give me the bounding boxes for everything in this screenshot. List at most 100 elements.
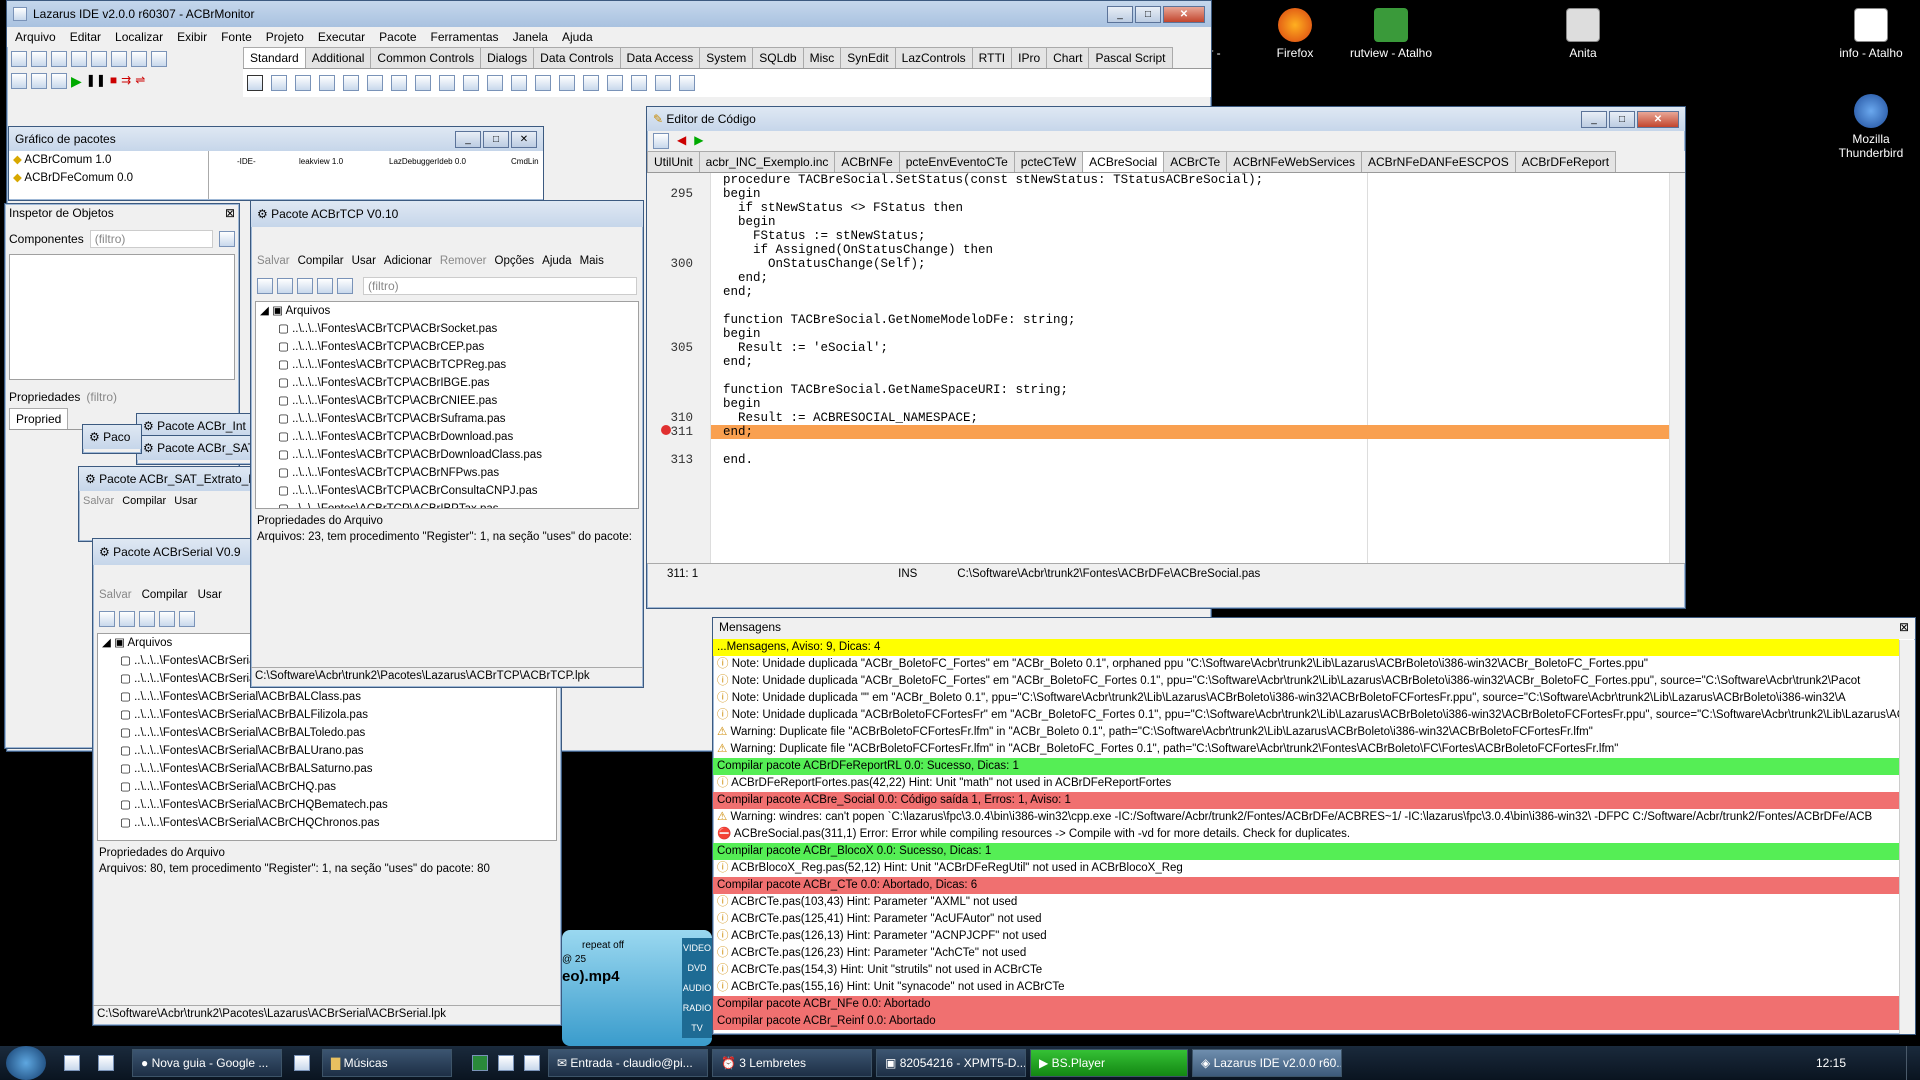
list-item[interactable]: ◆ ACBrComum 1.0	[9, 151, 208, 169]
collapse-icon[interactable]	[99, 611, 115, 627]
open-icon[interactable]	[51, 51, 67, 67]
list-item[interactable]: ▢ ..\..\..\Fontes\ACBrSerial\ACBrCHQ.pas	[98, 778, 556, 796]
desktop-icon-rutview[interactable]: rutview - Atalho	[1346, 8, 1436, 60]
player-side-item[interactable]: VIDEO	[682, 938, 712, 958]
start-button[interactable]	[6, 1046, 46, 1080]
editor-tab[interactable]: ACBreSocial	[1082, 151, 1165, 172]
messages-summary[interactable]: ...Mensagens, Aviso: 9, Dicas: 4	[713, 639, 1899, 656]
menu-icon[interactable]	[653, 133, 669, 149]
use-button[interactable]: Usar	[174, 495, 197, 507]
new-form-icon[interactable]	[31, 51, 47, 67]
list-item[interactable]: ▢ ..\..\..\Fontes\ACBrSerial\ACBrBALTole…	[98, 724, 556, 742]
notepad-icon[interactable]	[294, 1055, 310, 1071]
editor-tab[interactable]: UtilUnit	[647, 151, 700, 172]
show-desktop-icon[interactable]	[64, 1055, 80, 1071]
menu-item-9[interactable]: Janela	[513, 30, 548, 44]
palette-tab[interactable]: LazControls	[894, 47, 973, 68]
minimize-button[interactable]: _	[1581, 110, 1607, 128]
togglebox-icon[interactable]	[415, 75, 431, 91]
label-icon[interactable]	[343, 75, 359, 91]
message-row[interactable]: ⚠ Warning: windres: can't popen `C:\laza…	[713, 809, 1899, 826]
checkbox-icon[interactable]	[439, 75, 455, 91]
message-row[interactable]: ⓘ Note: Unidade duplicada "" em "ACBr_Bo…	[713, 690, 1899, 707]
options-button[interactable]: Opções	[495, 255, 535, 267]
frame-icon[interactable]	[655, 75, 671, 91]
palette-tab[interactable]: Additional	[304, 47, 372, 68]
popupmenu-icon[interactable]	[295, 75, 311, 91]
list-item[interactable]: ▢ ..\..\..\Fontes\ACBrTCP\ACBrCEP.pas	[256, 338, 638, 356]
menu-item-7[interactable]: Pacote	[379, 30, 416, 44]
list-item[interactable]: ▢ ..\..\..\Fontes\ACBrTCP\ACBrDownloadCl…	[256, 446, 638, 464]
message-row[interactable]: ⓘ ACBrCTe.pas(125,41) Hint: Parameter "A…	[713, 911, 1899, 928]
editor-tab[interactable]: ACBrDFeReport	[1514, 151, 1617, 172]
scrollbar-icon[interactable]	[535, 75, 551, 91]
editor-tab[interactable]: ACBrNFe	[834, 151, 900, 172]
message-row[interactable]: ⓘ ACBrCTe.pas(103,43) Hint: Parameter "A…	[713, 894, 1899, 911]
palette-tab[interactable]: Common Controls	[370, 47, 482, 68]
new-icon[interactable]	[11, 73, 27, 89]
tree-root[interactable]: ◢ ▣ Arquivos	[256, 302, 638, 320]
clear-filter-icon[interactable]	[219, 231, 235, 247]
add-button[interactable]: Adicionar	[384, 255, 432, 267]
close-button[interactable]: ✕	[511, 130, 537, 148]
player-side-item[interactable]: RADIO	[682, 998, 712, 1018]
compile-result-row[interactable]: Compilar pacote ACBr_NFe 0.0: Abortado	[713, 996, 1899, 1013]
radiogroup-icon[interactable]	[583, 75, 599, 91]
expand-icon[interactable]: ◢	[102, 637, 111, 649]
sort-alpha-icon[interactable]	[139, 611, 155, 627]
list-item[interactable]: ▢ ..\..\..\Fontes\ACBrTCP\ACBrIBPTax.pas	[256, 500, 638, 508]
taskbar-musicas[interactable]: ▇ Músicas	[322, 1049, 452, 1077]
menu-item-2[interactable]: Localizar	[115, 30, 163, 44]
help-button[interactable]: Ajuda	[542, 255, 571, 267]
panel-icon[interactable]	[631, 75, 647, 91]
edit-icon[interactable]	[367, 75, 383, 91]
build-mode-icon[interactable]	[51, 73, 67, 89]
ide-titlebar[interactable]: Lazarus IDE v2.0.0 r60307 - ACBrMonitor …	[7, 1, 1211, 27]
palette-tab[interactable]: Misc	[802, 47, 842, 68]
taskmgr-icon[interactable]	[98, 1055, 114, 1071]
menu-item-4[interactable]: Fonte	[221, 30, 252, 44]
checkgroup-icon[interactable]	[607, 75, 623, 91]
radiobutton-icon[interactable]	[463, 75, 479, 91]
taskbar-chrome[interactable]: ● Nova guia - Google ...	[132, 1049, 282, 1077]
player-side-menu[interactable]: VIDEO DVD AUDIO RADIO TV	[682, 938, 712, 1038]
message-row[interactable]: ⓘ ACBrCTe.pas(126,13) Hint: Parameter "A…	[713, 928, 1899, 945]
maximize-button[interactable]: □	[1135, 5, 1161, 23]
message-row[interactable]: ⓘ Note: Unidade duplicada "ACBr_BoletoFC…	[713, 673, 1899, 690]
message-row[interactable]: ⓘ ACBrCTe.pas(155,16) Hint: Unit "synaco…	[713, 979, 1899, 996]
palette-tab[interactable]: IPro	[1011, 47, 1048, 68]
forward-arrow-icon[interactable]: ▶	[694, 133, 703, 149]
list-item[interactable]: ▢ ..\..\..\Fontes\ACBrTCP\ACBrIBGE.pas	[256, 374, 638, 392]
menu-item-6[interactable]: Executar	[318, 30, 365, 44]
player-side-item[interactable]: TV	[682, 1018, 712, 1038]
palette-tab[interactable]: RTTI	[971, 47, 1013, 68]
compile-button[interactable]: Compilar	[142, 589, 188, 601]
minimize-button[interactable]: _	[1107, 5, 1133, 23]
list-item[interactable]: ▢ ..\..\..\Fontes\ACBrSerial\ACBrBALClas…	[98, 688, 556, 706]
desktop-icon-anita[interactable]: Anita	[1538, 8, 1628, 60]
tcp-file-tree[interactable]: ◢ ▣ Arquivos ▢ ..\..\..\Fontes\ACBrTCP\AC…	[255, 301, 639, 509]
move-down-icon[interactable]	[337, 278, 353, 294]
menu-item-5[interactable]: Projeto	[266, 30, 304, 44]
tcp-filter-input[interactable]: (filtro)	[363, 277, 637, 295]
remove-button[interactable]: Remover	[440, 255, 487, 267]
taskbar-remote[interactable]: ▣ 82054216 - XPMT5-D...	[876, 1049, 1026, 1077]
list-item[interactable]: ▢ ..\..\..\Fontes\ACBrTCP\ACBrConsultaCN…	[256, 482, 638, 500]
step-over-icon[interactable]: ⇌	[135, 73, 145, 90]
close-button[interactable]: ✕	[1637, 110, 1679, 128]
new-unit-icon[interactable]	[11, 51, 27, 67]
list-item[interactable]: ▢ ..\..\..\Fontes\ACBrSerial\ACBrCHQBema…	[98, 796, 556, 814]
editor-tab[interactable]: ACBrNFeWebServices	[1226, 151, 1363, 172]
compile-result-row[interactable]: Compilar pacote ACBre_Social 0.0: Código…	[713, 792, 1899, 809]
palette-tab[interactable]: System	[699, 47, 754, 68]
messages-scrollbar[interactable]	[1899, 640, 1915, 1034]
sort-icon[interactable]	[119, 611, 135, 627]
player-side-item[interactable]: AUDIO	[682, 978, 712, 998]
menu-item-0[interactable]: Arquivo	[15, 30, 56, 44]
view-units-icon[interactable]	[131, 51, 147, 67]
editor-tab[interactable]: pcteCTeW	[1013, 151, 1084, 172]
use-button[interactable]: Usar	[198, 589, 222, 601]
compile-result-row[interactable]: Compilar pacote ACBrDFeReportRL 0.0: Suc…	[713, 758, 1899, 775]
message-row[interactable]: ⛔ ACBreSocial.pas(311,1) Error: Error wh…	[713, 826, 1899, 843]
step-into-icon[interactable]: ⇉	[121, 73, 131, 90]
